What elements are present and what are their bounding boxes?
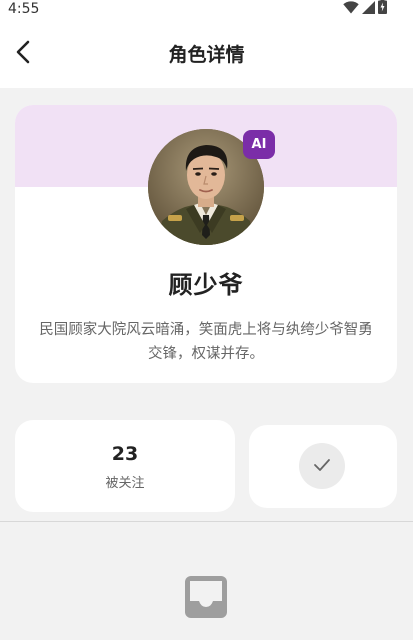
page-title: 角色详情 <box>168 44 245 66</box>
followers-card: 23 被关注 <box>15 420 235 512</box>
signal-icon <box>362 0 375 18</box>
inbox-icon <box>184 575 228 619</box>
divider <box>0 521 413 522</box>
check-icon <box>313 457 331 476</box>
check-circle <box>299 443 345 489</box>
followers-count: 23 <box>111 443 139 465</box>
character-name: 顾少爷 <box>168 271 244 299</box>
app-bar: 角色详情 <box>0 20 413 88</box>
ai-badge: AI <box>243 130 275 159</box>
character-description: 民国顾家大院风云暗涌，笑面虎上将与纨绔少爷智勇交锋，权谋并存。 <box>39 322 373 362</box>
status-bar: 4:55 <box>0 0 413 20</box>
character-profile-card: AI 顾少爷 民国顾家大院风云暗涌，笑面虎上将与纨绔少爷智勇交锋，权谋并存。 <box>15 105 397 383</box>
status-time: 4:55 <box>8 1 40 17</box>
status-icons <box>343 0 387 16</box>
followers-label: 被关注 <box>105 476 145 491</box>
follow-button[interactable] <box>249 425 397 508</box>
battery-icon <box>378 0 387 18</box>
wifi-icon <box>343 0 359 18</box>
